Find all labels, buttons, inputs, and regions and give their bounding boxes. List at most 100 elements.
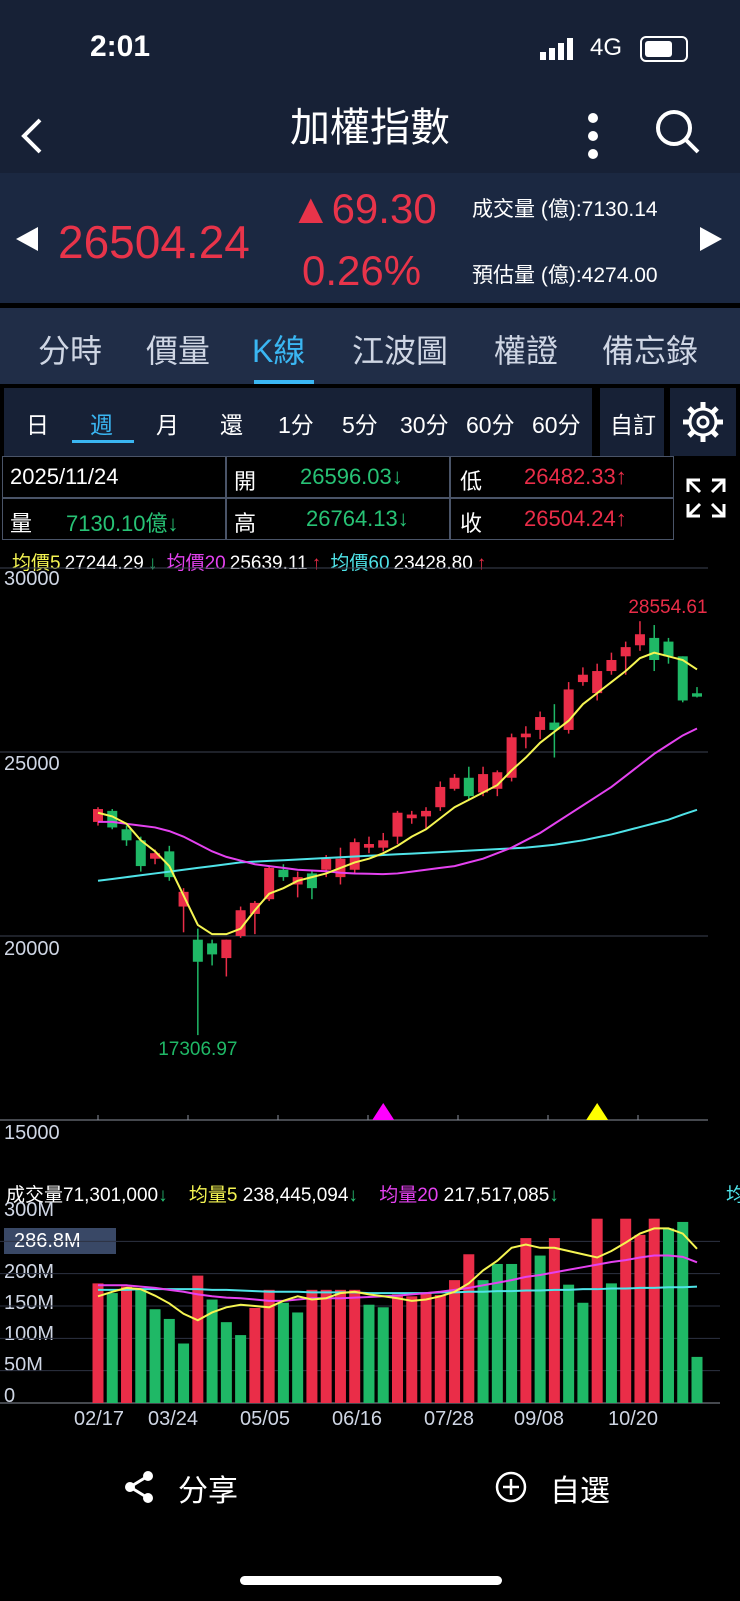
volume-bar xyxy=(506,1263,518,1403)
custom-button[interactable]: 自訂 xyxy=(610,406,656,440)
tab-timeshare[interactable]: 分時 xyxy=(38,326,102,372)
candle-body xyxy=(378,840,389,848)
candle-body xyxy=(406,814,417,819)
low-value: 26482.33↑ xyxy=(524,464,627,489)
nav-bar: 加權指數 xyxy=(0,98,740,173)
tab-price-volume[interactable]: 價量 xyxy=(146,326,210,372)
candle-body xyxy=(634,634,645,646)
period-day[interactable]: 日 xyxy=(26,406,49,440)
x-tick-4: 07/28 xyxy=(424,1408,475,1430)
candle-body xyxy=(421,810,432,817)
vma20-arrow: ↓ xyxy=(549,1185,559,1206)
volume-bar xyxy=(563,1284,575,1403)
volume-bar xyxy=(178,1343,190,1403)
x-tick-5: 09/08 xyxy=(514,1408,565,1430)
period-30min[interactable]: 30分 xyxy=(400,406,449,440)
volume-bar xyxy=(249,1307,261,1403)
volume-bar xyxy=(349,1289,361,1403)
volume-bar xyxy=(620,1218,632,1403)
vma5-arrow: ↓ xyxy=(348,1185,358,1206)
share-icon[interactable] xyxy=(124,1470,156,1504)
quote-panel: 26504.24 ▲69.30 0.26% 成交量 (億):7130.14 預估… xyxy=(0,173,740,303)
period-selector: 日 週 月 還 1分 5分 30分 60分 60分 自訂 xyxy=(0,388,740,456)
volume-bar xyxy=(135,1289,147,1403)
volume-bar xyxy=(591,1218,603,1403)
period-restore[interactable]: 還 xyxy=(220,406,243,440)
volume-chart[interactable] xyxy=(0,1205,740,1405)
candle-body xyxy=(392,812,403,837)
price-change-percent: 0.26% xyxy=(302,247,422,294)
ma20-line xyxy=(98,727,698,876)
volume-bar xyxy=(377,1307,389,1403)
candle-body xyxy=(620,647,631,657)
candle-body xyxy=(435,786,446,808)
candle-body xyxy=(606,660,617,672)
watchlist-button[interactable]: 自選 xyxy=(550,1466,610,1510)
index-price: 26504.24 xyxy=(58,216,250,268)
status-bar: 2:01 4G xyxy=(0,0,740,98)
candle-body xyxy=(577,674,588,683)
period-60min[interactable]: 60分 xyxy=(466,406,515,440)
candle-body xyxy=(663,641,674,657)
page-title: 加權指數 xyxy=(290,106,450,150)
expand-icon[interactable] xyxy=(684,476,728,520)
prev-arrow-icon[interactable] xyxy=(16,227,38,251)
candlestick-chart[interactable]: 28554.61 17306.97 xyxy=(0,560,740,1150)
trade-volume: 成交量 (億):7130.14 xyxy=(472,198,658,221)
active-period-indicator xyxy=(72,440,134,443)
more-vertical-icon[interactable] xyxy=(578,108,608,164)
tab-jiangbo[interactable]: 江波圖 xyxy=(352,326,448,372)
high-value: 26764.13↓ xyxy=(306,506,409,531)
share-button[interactable]: 分享 xyxy=(178,1466,238,1510)
volume-bar xyxy=(334,1289,346,1403)
tab-kline[interactable]: K線 xyxy=(252,326,305,372)
price-change: ▲69.30 xyxy=(290,185,437,232)
search-icon[interactable] xyxy=(650,104,706,160)
candle-body xyxy=(692,693,702,697)
volume-bar xyxy=(277,1302,289,1403)
candle-body xyxy=(520,733,531,738)
vma60-label-cut: 均 xyxy=(726,1185,740,1206)
candle-body xyxy=(192,939,203,962)
vol-label: 量 xyxy=(10,511,33,536)
vma5-label: 均量5 xyxy=(188,1185,238,1206)
plus-circle-icon[interactable] xyxy=(494,1470,528,1504)
volume-bar xyxy=(92,1283,104,1403)
tab-memo[interactable]: 備忘錄 xyxy=(602,326,698,372)
x-tick-2: 05/05 xyxy=(240,1408,291,1430)
volume-bar xyxy=(392,1294,403,1403)
period-week[interactable]: 週 xyxy=(90,406,113,440)
low-annotation: 17306.97 xyxy=(158,1039,237,1060)
vma20-label: 均量20 xyxy=(379,1185,439,1206)
volume-bar xyxy=(163,1318,175,1403)
open-label: 開 xyxy=(234,469,257,494)
period-1min[interactable]: 1分 xyxy=(278,406,314,440)
period-month[interactable]: 月 xyxy=(156,406,179,440)
volume-bar xyxy=(449,1280,461,1403)
open-value: 26596.03↓ xyxy=(300,464,403,489)
volume-bar xyxy=(235,1335,247,1403)
active-tab-indicator xyxy=(254,380,314,384)
volume-bar xyxy=(434,1295,446,1403)
period-60min-2[interactable]: 60分 xyxy=(532,406,581,440)
tab-warrants[interactable]: 權證 xyxy=(494,326,558,372)
volume-bar xyxy=(577,1302,589,1403)
volume-bar xyxy=(648,1218,660,1403)
home-indicator xyxy=(240,1576,502,1585)
vma20-value: 217,517,085 xyxy=(443,1185,550,1206)
next-arrow-icon[interactable] xyxy=(700,227,722,251)
volume-bar xyxy=(292,1312,304,1403)
period-5min[interactable]: 5分 xyxy=(342,406,378,440)
x-tick-0: 02/17 xyxy=(74,1408,125,1430)
bottom-actions: 分享 自選 xyxy=(0,1460,740,1520)
volume-bar xyxy=(534,1255,546,1403)
volume-bar xyxy=(520,1238,532,1403)
volume-bar xyxy=(491,1263,503,1403)
candle-body xyxy=(321,858,332,870)
gear-icon[interactable] xyxy=(681,400,725,444)
vol-legend-arrow: ↓ xyxy=(158,1185,168,1206)
volume-bar xyxy=(605,1283,617,1403)
signal-icon xyxy=(540,38,573,60)
volume-bar xyxy=(477,1280,489,1403)
ohlc-panel: 2025/11/24 開 26596.03↓ 低 26482.33↑ 量 713… xyxy=(0,456,740,540)
